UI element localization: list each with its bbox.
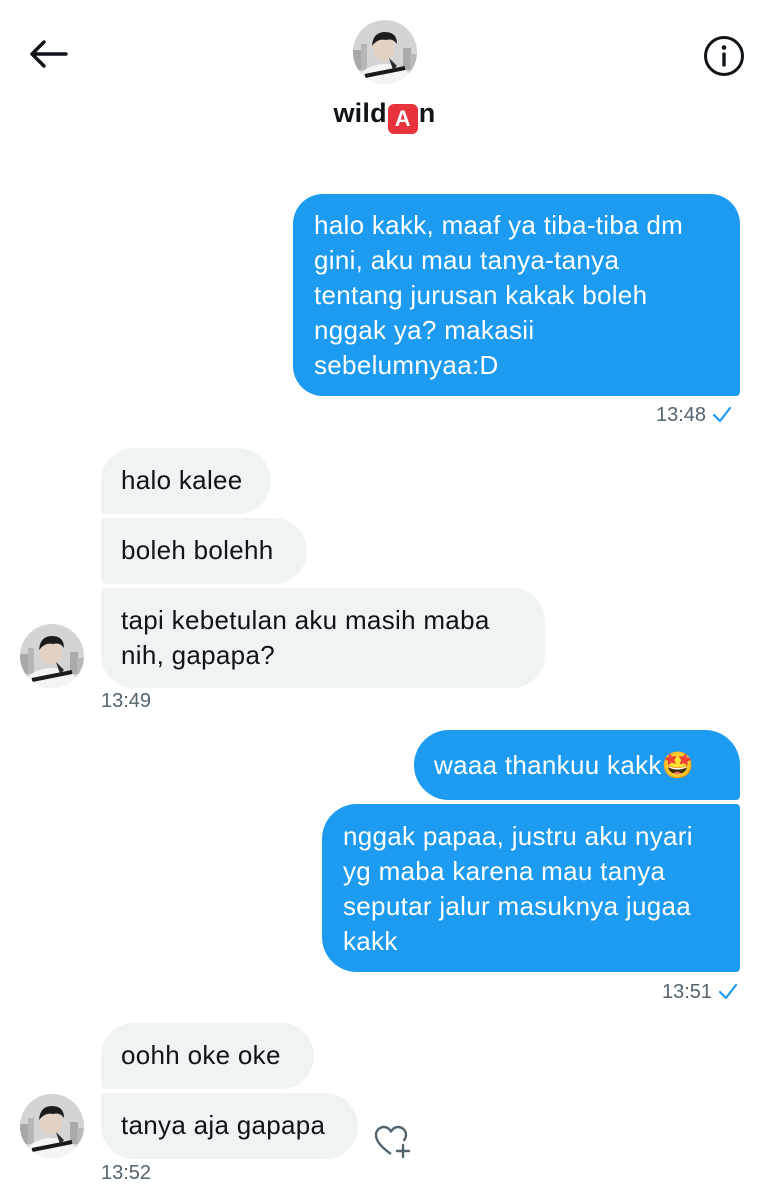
timestamp-text: 13:48: [656, 404, 707, 426]
message-line: gini, aku mau tanya-tanya: [314, 245, 620, 275]
received-message-bubble[interactable]: boleh bolehh: [101, 518, 307, 584]
received-message-bubble[interactable]: tapi kebetulan aku masih maba nih, gapap…: [101, 588, 545, 688]
message-line: tapi kebetulan aku masih maba: [121, 605, 490, 635]
sent-message-bubble[interactable]: waaa thankuu kakk🤩: [414, 730, 740, 800]
a-badge-icon: A: [387, 104, 418, 134]
heart-plus-icon: [374, 1125, 411, 1159]
message-timestamp: 13:48: [656, 404, 732, 427]
message-line: sebelumnyaa:D: [314, 350, 499, 380]
message-line: seputar jalur masuknya jugaa: [343, 891, 692, 921]
contact-avatar[interactable]: [353, 20, 417, 84]
checkmark-icon: [718, 983, 738, 1000]
timestamp-text: 13:51: [662, 981, 713, 1003]
arrow-left-icon: [30, 40, 68, 68]
info-circle-icon: [704, 36, 744, 76]
message-text: tanya aja gapapa: [121, 1110, 326, 1140]
conversation-header: wild An: [0, 0, 769, 150]
message-line: nggak ya? makasii: [314, 315, 535, 345]
contact-avatar[interactable]: [20, 624, 84, 688]
message-text: halo kalee: [121, 465, 243, 495]
sent-message-bubble[interactable]: nggak papaa, justru aku nyari yg maba ka…: [322, 804, 740, 972]
message-timestamp: 13:51: [662, 981, 738, 1004]
info-button[interactable]: [702, 34, 746, 78]
message-line: nggak papaa, justru aku nyari: [343, 821, 693, 851]
contact-name-prefix: wild: [333, 98, 387, 128]
message-line: nih, gapapa?: [121, 640, 275, 670]
received-message-bubble[interactable]: tanya aja gapapa: [101, 1093, 358, 1159]
received-message-bubble[interactable]: halo kalee: [101, 448, 271, 514]
contact-name-suffix: n: [418, 98, 436, 128]
contact-avatar[interactable]: [20, 1094, 84, 1158]
react-button[interactable]: [374, 1124, 414, 1160]
message-timestamp: 13:49: [101, 690, 152, 712]
sent-message-bubble[interactable]: halo kakk, maaf ya tiba-tiba dm gini, ak…: [293, 194, 740, 396]
message-text: oohh oke oke: [121, 1040, 281, 1070]
message-line: halo kakk, maaf ya tiba-tiba dm: [314, 210, 684, 240]
message-text: waaa thankuu kakk: [434, 750, 662, 780]
checkmark-icon: [712, 406, 732, 423]
contact-name[interactable]: wild An: [0, 98, 769, 134]
message-line: kakk: [343, 926, 398, 956]
message-timestamp: 13:52: [101, 1162, 152, 1184]
message-text: boleh bolehh: [121, 535, 274, 565]
back-button[interactable]: [26, 34, 70, 74]
star-struck-emoji-icon: 🤩: [661, 751, 695, 781]
received-message-bubble[interactable]: oohh oke oke: [101, 1023, 314, 1089]
message-line: yg maba karena mau tanya: [343, 856, 666, 886]
message-line: tentang jurusan kakak boleh: [314, 280, 648, 310]
